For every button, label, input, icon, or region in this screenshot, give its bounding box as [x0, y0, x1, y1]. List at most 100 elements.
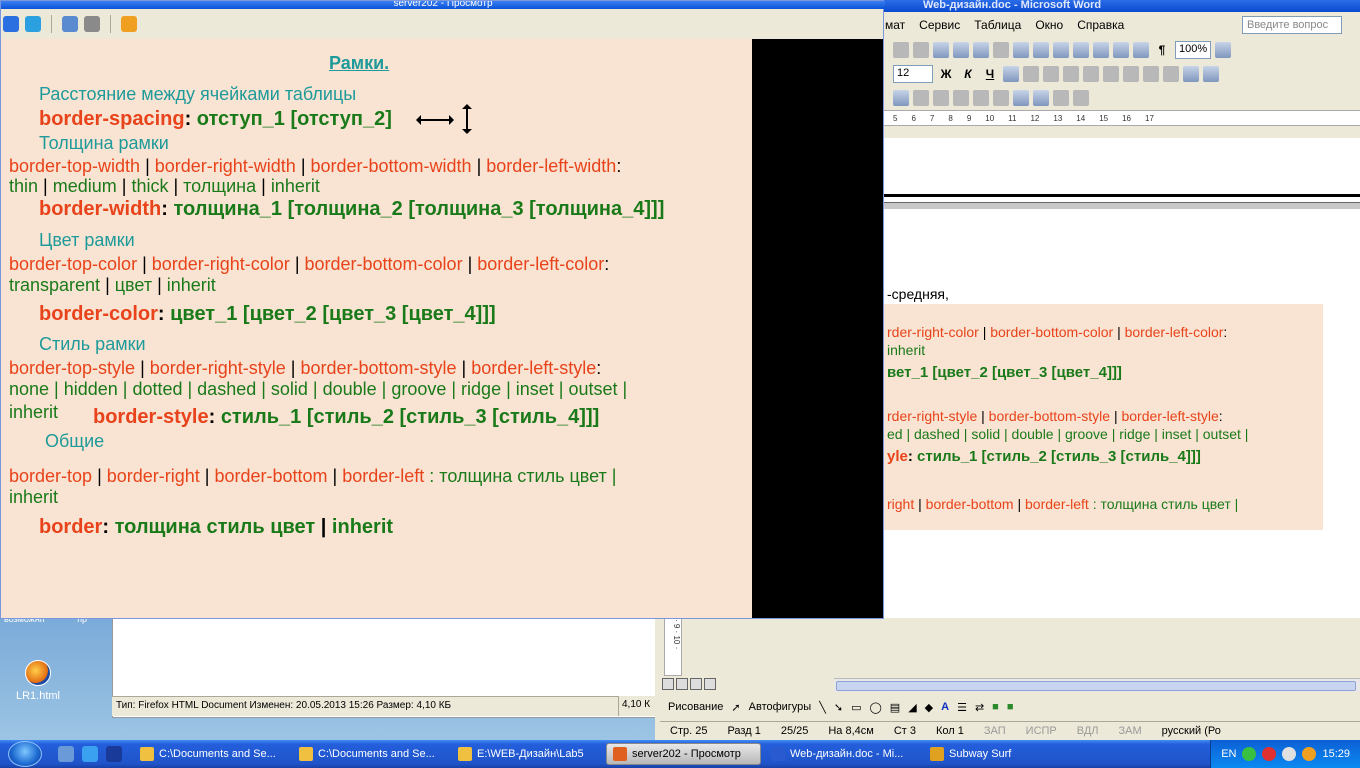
text-wrap-icon[interactable] — [1033, 90, 1049, 106]
font-color-icon[interactable]: A — [941, 701, 949, 713]
align-right-icon[interactable] — [1043, 66, 1059, 82]
ie-icon[interactable] — [82, 746, 98, 762]
tray-app-icon[interactable] — [1302, 747, 1317, 761]
hyperlink-icon[interactable] — [1013, 42, 1029, 58]
toolbar-first-icon[interactable] — [3, 16, 19, 32]
align-left-icon[interactable] — [1003, 66, 1019, 82]
shadow-icon[interactable]: ■ — [992, 701, 999, 713]
line-icon[interactable]: ╲ — [819, 701, 826, 714]
align-center-icon[interactable] — [1023, 66, 1039, 82]
word-document-area[interactable]: -средняя, rder-right-color | border-bott… — [883, 138, 1360, 624]
word-picture-toolbar — [883, 86, 1360, 110]
outline-view-icon[interactable] — [704, 678, 716, 690]
status-ovr[interactable]: ЗАМ — [1119, 725, 1142, 737]
brightness-icon[interactable] — [953, 90, 969, 106]
format-picture-icon[interactable] — [1053, 90, 1069, 106]
insert-excel-icon[interactable] — [1073, 42, 1089, 58]
tables-borders-icon[interactable] — [1033, 42, 1049, 58]
insert-table-icon[interactable] — [1053, 42, 1069, 58]
increase-indent-icon[interactable] — [1163, 66, 1179, 82]
rectangle-icon[interactable]: ▭ — [851, 701, 861, 714]
doc-line: right | border-bottom | border-left : то… — [887, 496, 1239, 512]
drawing-menu-button[interactable]: Рисование — [668, 701, 723, 713]
justify-icon[interactable] — [1063, 66, 1079, 82]
underline-icon[interactable]: Ч — [981, 67, 999, 81]
menu-service[interactable]: Сервис — [919, 18, 960, 32]
task-subway[interactable]: Subway Surf — [924, 743, 1074, 765]
task-viewer[interactable]: server202 - Просмотр — [606, 743, 761, 765]
cursor-icon[interactable]: ➚ — [731, 701, 740, 714]
task-explorer-3[interactable]: E:\WEB-Дизайн\Lab5 — [452, 743, 602, 765]
task-explorer-1[interactable]: C:\Documents and Se... — [134, 743, 289, 765]
language-indicator[interactable]: EN — [1221, 748, 1236, 760]
textbox-icon[interactable]: ▤ — [890, 701, 900, 714]
redo-icon[interactable] — [993, 42, 1009, 58]
autoshapes-menu-button[interactable]: Автофигуры — [749, 701, 812, 713]
tools-icon[interactable] — [84, 16, 100, 32]
pilcrow-icon[interactable]: ¶ — [1153, 43, 1171, 57]
menu-window[interactable]: Окно — [1035, 18, 1063, 32]
status-ext[interactable]: ВДЛ — [1077, 725, 1099, 737]
status-trk[interactable]: ИСПР — [1026, 725, 1057, 737]
line-style-icon[interactable]: ☰ — [957, 701, 967, 714]
viewer-title-bar[interactable]: server202 - Просмотр — [1, 1, 885, 9]
undo-icon[interactable] — [973, 42, 989, 58]
menu-table[interactable]: Таблица — [974, 18, 1021, 32]
menu-help[interactable]: Справка — [1077, 18, 1124, 32]
copy-window-icon[interactable] — [62, 16, 78, 32]
layout-view-icon[interactable] — [690, 678, 702, 690]
insert-picture-icon[interactable] — [893, 90, 909, 106]
help-search-input[interactable]: Введите вопрос — [1242, 16, 1342, 34]
arrow-style-icon[interactable]: ⇄ — [975, 701, 984, 714]
3d-icon[interactable]: ■ — [1007, 701, 1014, 713]
italic-icon[interactable]: К — [959, 67, 977, 81]
network-icon[interactable] — [1242, 747, 1257, 761]
volume-icon[interactable] — [1282, 747, 1297, 761]
opera-icon[interactable] — [1262, 747, 1277, 761]
bullets-icon[interactable] — [1123, 66, 1139, 82]
drawing-icon[interactable] — [1113, 42, 1129, 58]
start-button[interactable] — [0, 740, 50, 768]
help-icon[interactable] — [1215, 42, 1232, 58]
oval-icon[interactable]: ◯ — [869, 701, 881, 714]
doc-map-icon[interactable] — [1133, 42, 1149, 58]
task-explorer-2[interactable]: C:\Documents and Se... — [293, 743, 448, 765]
scrollbar-thumb[interactable] — [836, 681, 1356, 691]
wordart-icon[interactable]: ◢ — [908, 701, 916, 714]
bold-icon[interactable]: Ж — [937, 67, 955, 81]
menu-format[interactable]: мат — [885, 18, 905, 32]
paste-icon[interactable] — [933, 42, 949, 58]
desktop-icon-lr1[interactable]: LR1.html — [8, 660, 68, 702]
borders-icon[interactable] — [1183, 66, 1199, 82]
columns-icon[interactable] — [1093, 42, 1109, 58]
format-painter-icon[interactable] — [953, 42, 969, 58]
close-icon[interactable] — [121, 16, 137, 32]
fill-color-icon[interactable]: ◆ — [925, 701, 933, 714]
arrow-icon[interactable]: ➘ — [834, 701, 843, 714]
task-word[interactable]: Web-дизайн.doc - Mi... — [765, 743, 920, 765]
line-spacing-icon[interactable] — [1083, 66, 1099, 82]
numbering-icon[interactable] — [1103, 66, 1119, 82]
ruler-tick: 6 — [911, 113, 916, 123]
show-desktop-icon[interactable] — [58, 746, 74, 762]
decrease-indent-icon[interactable] — [1143, 66, 1159, 82]
clock[interactable]: 15:29 — [1322, 748, 1350, 760]
highlight-icon[interactable] — [1203, 66, 1219, 82]
media-icon[interactable] — [106, 746, 122, 762]
zoom-select[interactable]: 100% — [1175, 41, 1212, 59]
status-rec[interactable]: ЗАП — [984, 725, 1006, 737]
horizontal-scrollbar[interactable] — [834, 678, 1360, 692]
contrast-icon[interactable] — [933, 90, 949, 106]
normal-view-icon[interactable] — [662, 678, 674, 690]
crop-icon[interactable] — [973, 90, 989, 106]
line-style-icon[interactable] — [993, 90, 1009, 106]
reset-picture-icon[interactable] — [1073, 90, 1089, 106]
compress-icon[interactable] — [1013, 90, 1029, 106]
web-view-icon[interactable] — [676, 678, 688, 690]
cut-icon[interactable] — [893, 42, 909, 58]
font-size-select[interactable]: 12 — [893, 65, 933, 83]
copy-icon[interactable] — [913, 42, 929, 58]
color-icon[interactable] — [913, 90, 929, 106]
slide: Рамки. Расстояние между ячейками таблицы… — [1, 39, 752, 618]
refresh-icon[interactable] — [25, 16, 41, 32]
